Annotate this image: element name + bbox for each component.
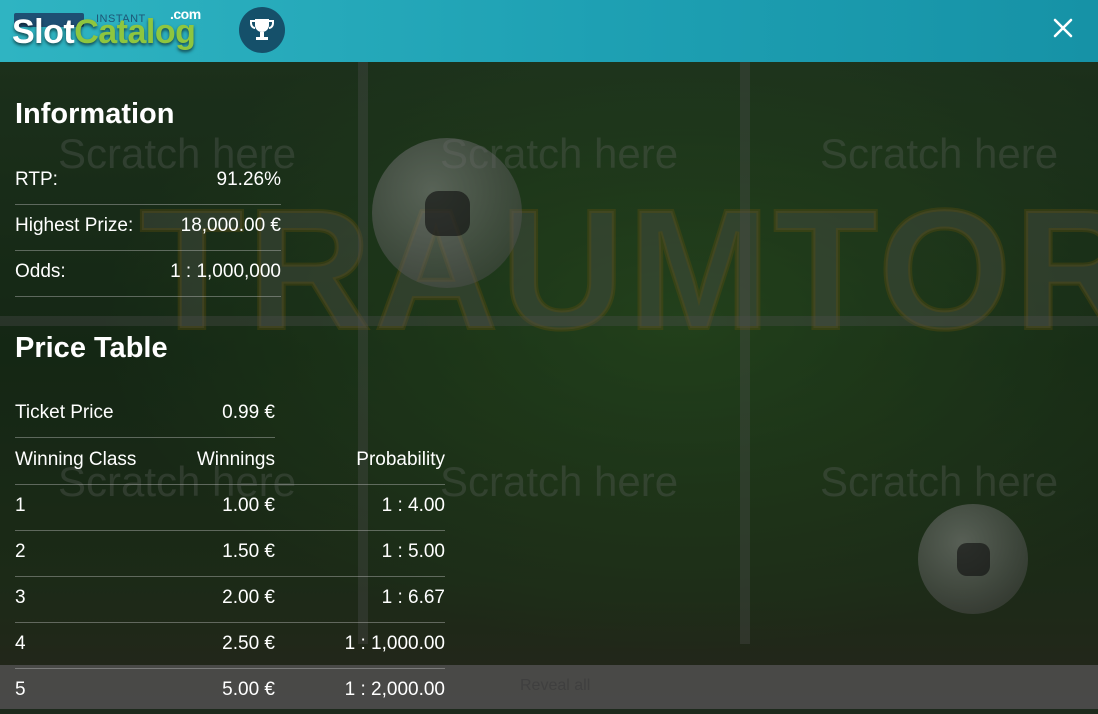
winning-class: 4 xyxy=(15,633,26,654)
winning-class: 5 xyxy=(15,679,26,700)
winnings-value: 1.00 € xyxy=(222,495,275,516)
probability-value: 1 : 1,000.00 xyxy=(344,633,445,654)
probability-value: 1 : 5.00 xyxy=(381,541,445,562)
winning-class: 1 xyxy=(15,495,26,516)
column-header-winnings: Winnings xyxy=(196,449,275,470)
top-bar: INSTANT SlotCatalog .com xyxy=(0,0,1098,62)
info-value: 1 : 1,000,000 xyxy=(170,261,281,282)
info-label: Highest Prize: xyxy=(15,215,134,236)
table-row: 5 5.00 € 1 : 2,000.00 xyxy=(15,668,445,714)
winning-class: 2 xyxy=(15,541,26,562)
ticket-price-value: 0.99 € xyxy=(222,402,275,423)
trophy-icon xyxy=(250,19,274,40)
watermark-slot: Slot xyxy=(12,13,75,51)
column-header-probability: Probability xyxy=(356,449,445,470)
winnings-value: 1.50 € xyxy=(222,541,275,562)
slotcatalog-watermark: SlotCatalog .com xyxy=(12,6,201,54)
probability-value: 1 : 4.00 xyxy=(381,495,445,516)
probability-value: 1 : 2,000.00 xyxy=(344,679,445,700)
information-title: Information xyxy=(15,98,175,130)
table-row: 1 1.00 € 1 : 4.00 xyxy=(15,484,445,531)
watermark-com: .com xyxy=(170,6,201,22)
info-row-rtp: RTP: 91.26% xyxy=(15,158,281,205)
table-row: 4 2.50 € 1 : 1,000.00 xyxy=(15,622,445,669)
close-icon xyxy=(1053,18,1073,38)
column-header-class: Winning Class xyxy=(15,449,137,470)
ticket-price-label: Ticket Price xyxy=(15,402,114,423)
winning-class: 3 xyxy=(15,587,26,608)
winnings-value: 2.50 € xyxy=(222,633,275,654)
probability-value: 1 : 6.67 xyxy=(381,587,445,608)
info-label: RTP: xyxy=(15,169,58,190)
trophy-button[interactable] xyxy=(239,7,285,53)
info-value: 18,000.00 € xyxy=(180,215,281,236)
price-table-header: Winning Class Winnings Probability xyxy=(15,438,445,485)
ticket-price-row: Ticket Price 0.99 € xyxy=(15,391,275,438)
info-row-highest-prize: Highest Prize: 18,000.00 € xyxy=(15,204,281,251)
price-table-title: Price Table xyxy=(15,332,168,364)
info-row-odds: Odds: 1 : 1,000,000 xyxy=(15,250,281,297)
info-label: Odds: xyxy=(15,261,66,282)
info-panel: Information RTP: 91.26% Highest Prize: 1… xyxy=(0,62,1098,709)
table-row: 3 2.00 € 1 : 6.67 xyxy=(15,576,445,623)
close-button[interactable] xyxy=(1050,15,1076,41)
winnings-value: 5.00 € xyxy=(222,679,275,700)
info-value: 91.26% xyxy=(216,169,281,190)
table-row: 2 1.50 € 1 : 5.00 xyxy=(15,530,445,577)
winnings-value: 2.00 € xyxy=(222,587,275,608)
